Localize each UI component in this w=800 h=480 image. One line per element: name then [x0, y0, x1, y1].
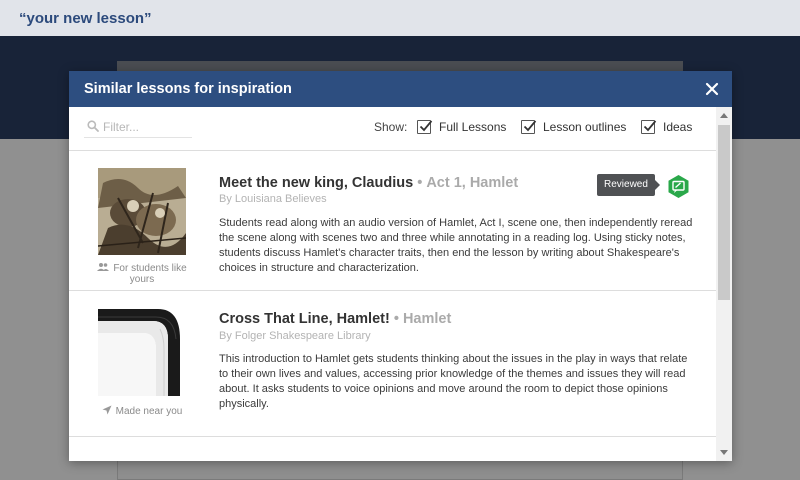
- show-label: Show:: [374, 120, 408, 134]
- lesson-tag-label: Made near you: [115, 406, 183, 417]
- lesson-title-subtitle: Act 1, Hamlet: [426, 175, 519, 191]
- checkbox-box: [417, 120, 433, 134]
- reviewed-tooltip: Reviewed: [597, 174, 660, 196]
- lesson-title[interactable]: Cross That Line, Hamlet! • Hamlet: [219, 311, 451, 327]
- people-icon: [97, 263, 110, 271]
- lesson-description: Students read along with an audio versio…: [219, 217, 693, 274]
- page-title: “your new lesson”: [19, 10, 152, 27]
- checkbox-box: [521, 120, 537, 134]
- lesson-title-separator: •: [417, 175, 423, 191]
- scrollbar-thumb[interactable]: [718, 125, 730, 300]
- reviewed-badge[interactable]: [666, 174, 691, 199]
- filter-bar: Show: Full Lessons Lesson outlines Ideas: [69, 107, 716, 151]
- lesson-thumbnail-image[interactable]: [98, 168, 186, 255]
- search-icon: [87, 120, 99, 132]
- lesson-tag-label: For students like yours: [113, 263, 187, 285]
- reviewed-icon: [668, 175, 689, 198]
- lesson-author: By Louisiana Believes: [219, 193, 327, 205]
- ideas-label: Ideas: [663, 120, 693, 134]
- lesson-tag: For students like yours: [89, 262, 195, 285]
- scroll-down-arrow-icon[interactable]: [720, 450, 728, 455]
- close-button[interactable]: [702, 79, 722, 99]
- lesson-outlines-label: Lesson outlines: [543, 120, 627, 134]
- lesson-title-main: Meet the new king, Claudius: [219, 175, 414, 191]
- checkmark-icon: [523, 120, 537, 132]
- ideas-checkbox[interactable]: Ideas: [641, 119, 692, 135]
- lesson-title-main: Cross That Line, Hamlet!: [219, 311, 390, 327]
- lesson-title-subtitle: Hamlet: [402, 311, 452, 327]
- filter-field: [84, 118, 192, 138]
- page-topbar: “your new lesson”: [0, 0, 800, 36]
- full-lessons-label: Full Lessons: [439, 120, 507, 134]
- lesson-item[interactable]: For students like yours Meet the new kin…: [69, 151, 716, 291]
- full-lessons-checkbox[interactable]: Full Lessons: [417, 119, 506, 135]
- lesson-title-separator: •: [393, 311, 399, 327]
- close-icon: [705, 82, 719, 96]
- modal-title: Similar lessons for inspiration: [84, 81, 292, 97]
- scrollbar[interactable]: [716, 107, 732, 461]
- location-arrow-icon: [102, 405, 112, 415]
- lesson-outlines-checkbox[interactable]: Lesson outlines: [521, 119, 626, 135]
- lesson-tag: Made near you: [89, 405, 195, 417]
- similar-lessons-modal: Similar lessons for inspiration Show: Fu…: [69, 71, 732, 461]
- checkmark-icon: [419, 120, 433, 132]
- checkmark-icon: [643, 120, 657, 132]
- filter-input[interactable]: [103, 118, 191, 136]
- lesson-description: This introduction to Hamlet gets student…: [219, 353, 688, 410]
- lesson-thumbnail-image[interactable]: [98, 309, 186, 396]
- lesson-author: By Folger Shakespeare Library: [219, 330, 371, 342]
- modal-header: Similar lessons for inspiration: [69, 71, 732, 107]
- lesson-item[interactable]: Made near you Cross That Line, Hamlet! •…: [69, 291, 716, 437]
- checkbox-box: [641, 120, 657, 134]
- lesson-title[interactable]: Meet the new king, Claudius • Act 1, Ham…: [219, 175, 518, 191]
- scroll-up-arrow-icon[interactable]: [720, 113, 728, 118]
